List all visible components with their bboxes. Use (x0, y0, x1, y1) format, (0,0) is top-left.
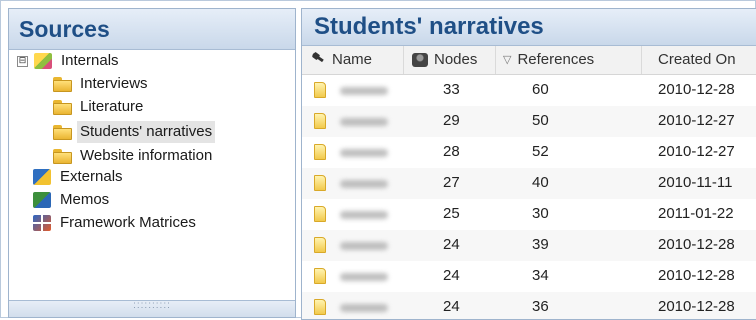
references-cell: 39 (532, 236, 549, 253)
document-icon (314, 175, 326, 191)
sources-title: Sources (9, 9, 295, 50)
document-icon (314, 237, 326, 253)
document-icon (314, 299, 326, 315)
nodes-cell: 25 (443, 205, 460, 222)
table-row[interactable]: 25 30 2011-01-22 (302, 199, 756, 231)
column-header-name[interactable]: Name (310, 46, 372, 74)
tree-item-label: Framework Matrices (60, 214, 196, 231)
references-cell: 36 (532, 298, 549, 315)
references-cell: 40 (532, 174, 549, 191)
document-icon (314, 268, 326, 284)
tree-item-students-narratives[interactable]: Students' narratives (53, 121, 216, 143)
list-title: Students' narratives (302, 9, 756, 46)
tree-item-label: Literature (80, 98, 144, 115)
redacted-name (340, 242, 388, 250)
sort-descending-icon: ▽ (503, 53, 512, 66)
splitter-grip: :::::::::: (133, 300, 171, 311)
table-row[interactable]: 24 39 2010-12-28 (302, 230, 756, 262)
tree-item-website-information[interactable]: Website information (53, 145, 215, 167)
tree-item-memos[interactable]: Memos (33, 189, 112, 211)
column-header-row: Name Nodes ▽ References Created On (302, 46, 756, 75)
references-cell: 30 (532, 205, 549, 222)
created-on-cell: 2010-12-28 (658, 298, 735, 315)
references-cell: 52 (532, 143, 549, 160)
created-on-cell: 2010-12-28 (658, 81, 735, 98)
redacted-name (340, 118, 388, 126)
tree-item-label: Website information (80, 147, 213, 164)
memos-icon (33, 192, 51, 208)
created-on-cell: 2011-01-22 (658, 205, 734, 222)
redacted-name (340, 149, 388, 157)
document-icon (314, 113, 326, 129)
tree-item-label: Memos (60, 191, 110, 208)
tree-item-internals[interactable]: ⊟ Internals (17, 50, 122, 72)
tree-item-literature[interactable]: Literature (53, 96, 146, 118)
document-icon (314, 82, 326, 98)
redacted-name (340, 211, 388, 219)
column-header-label: References (517, 51, 595, 68)
folder-icon (53, 99, 72, 115)
nodes-cell: 24 (443, 267, 460, 284)
tree-item-framework-matrices[interactable]: Framework Matrices (33, 212, 199, 234)
nodes-cell: 24 (443, 298, 460, 315)
column-header-label: Name (332, 51, 373, 68)
pane-splitter[interactable]: :::::::::: (9, 300, 295, 317)
created-on-cell: 2010-12-28 (658, 267, 735, 284)
column-header-references[interactable]: ▽ References (495, 46, 594, 74)
list-pane: Students' narratives Name Nodes ▽ Refere… (301, 8, 756, 320)
table-row[interactable]: 29 50 2010-12-27 (302, 106, 756, 138)
internals-icon (34, 53, 52, 69)
document-icon (314, 206, 326, 222)
tree-item-label: Externals (60, 168, 123, 185)
references-cell: 34 (532, 267, 549, 284)
externals-icon (33, 169, 51, 185)
column-header-nodes[interactable]: Nodes (403, 46, 477, 74)
redacted-name (340, 87, 388, 95)
table-row[interactable]: 24 34 2010-12-28 (302, 261, 756, 293)
tree-item-label: Interviews (80, 75, 148, 92)
column-header-label: Created On (658, 51, 736, 68)
document-icon (314, 144, 326, 160)
folder-icon (53, 148, 72, 164)
nodes-cell: 33 (443, 81, 460, 98)
nodes-cell: 24 (443, 236, 460, 253)
tree-item-externals[interactable]: Externals (33, 166, 126, 188)
table-row[interactable]: 24 36 2010-12-28 (302, 292, 756, 319)
sources-pane: Sources ⊟ Internals Interviews Literatur… (8, 8, 296, 318)
column-header-label: Nodes (434, 51, 478, 68)
folder-icon (53, 76, 72, 92)
tree-item-label: Students' narratives (77, 121, 216, 143)
created-on-cell: 2010-11-11 (658, 174, 733, 191)
created-on-cell: 2010-12-27 (658, 112, 735, 129)
nodes-cell: 29 (443, 112, 460, 129)
created-on-cell: 2010-12-28 (658, 236, 735, 253)
tree-item-label: Internals (61, 52, 119, 69)
table-row[interactable]: 27 40 2010-11-11 (302, 168, 756, 200)
pin-icon (310, 53, 326, 67)
redacted-name (340, 304, 388, 312)
column-header-created-on[interactable]: Created On (641, 46, 736, 74)
references-cell: 50 (532, 112, 549, 129)
table-row[interactable]: 28 52 2010-12-27 (302, 137, 756, 169)
redacted-name (340, 273, 388, 281)
table-row[interactable]: 33 60 2010-12-28 (302, 75, 756, 107)
nodes-cell: 28 (443, 143, 460, 160)
nodes-cell: 27 (443, 174, 460, 191)
collapse-icon[interactable]: ⊟ (17, 55, 28, 67)
tree-item-interviews[interactable]: Interviews (53, 73, 151, 95)
created-on-cell: 2010-12-27 (658, 143, 735, 160)
redacted-name (340, 180, 388, 188)
nodes-icon (412, 53, 428, 67)
framework-matrices-icon (33, 215, 51, 231)
folder-icon (53, 124, 72, 140)
references-cell: 60 (532, 81, 549, 98)
